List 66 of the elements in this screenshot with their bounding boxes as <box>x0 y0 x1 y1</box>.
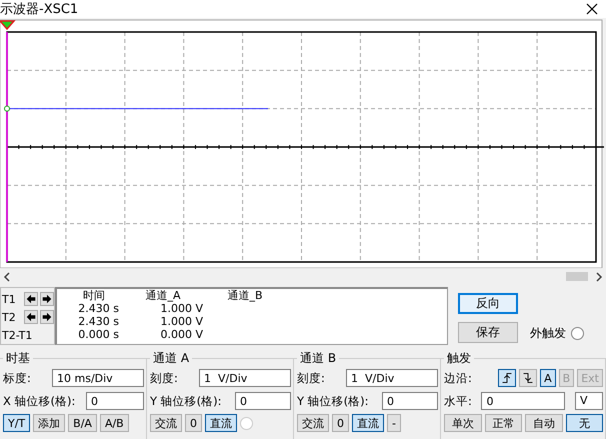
close-icon[interactable] <box>586 3 598 15</box>
radio-button[interactable] <box>571 327 584 340</box>
table-cell-text: 1.000 V <box>159 302 204 315</box>
column-header: 通道_A <box>144 289 182 302</box>
side-button[interactable]: 保存 <box>458 322 518 343</box>
right-arrow-icon[interactable] <box>40 310 54 324</box>
coupling-button[interactable]: 0 <box>185 414 202 432</box>
input-field[interactable]: 0 <box>382 392 438 410</box>
field-label: X 轴位移(格): <box>3 394 76 408</box>
radio-button[interactable] <box>240 416 253 430</box>
field-label: Y 轴位移(格): <box>297 394 369 408</box>
unit-field[interactable]: V <box>575 392 603 410</box>
field-label: Y 轴位移(格): <box>150 394 222 408</box>
field-label: 边沿: <box>444 370 472 386</box>
group-title: 通道 A <box>152 350 190 367</box>
trigger-mode-button[interactable]: 无 <box>566 414 603 432</box>
group-title: 时基 <box>5 350 31 367</box>
source-button[interactable]: A <box>540 369 556 387</box>
cursor-label: T2 <box>2 310 16 324</box>
extra-button[interactable]: - <box>387 414 401 432</box>
scrollbar-thumb[interactable] <box>566 272 588 281</box>
channel-marker-icon[interactable] <box>4 106 10 112</box>
window-title: 示波器-XSC1 <box>0 1 78 18</box>
falling-edge-icon[interactable] <box>519 369 538 387</box>
group-title: 通道 B <box>299 350 338 367</box>
coupling-button[interactable]: 交流 <box>150 414 182 432</box>
group-title: 触发 <box>446 350 472 367</box>
mode-button[interactable]: Y/T <box>3 414 30 432</box>
input-field[interactable]: 10 ms/Div <box>52 369 144 387</box>
table-cell-text: 0.000 V <box>159 328 204 341</box>
table-cell-text: 1.000 V <box>159 315 204 328</box>
coupling-button[interactable]: 直流 <box>205 414 237 432</box>
mode-button[interactable]: 添加 <box>33 414 66 432</box>
trigger-mode-button[interactable]: 单次 <box>444 414 482 432</box>
input-field[interactable]: 0 <box>235 392 291 410</box>
table-cell-text: 2.430 s <box>77 302 120 315</box>
coupling-button[interactable]: 交流 <box>297 414 329 432</box>
field-label: 刻度: <box>150 370 178 386</box>
right-arrow-icon[interactable] <box>40 292 54 306</box>
table-cell-text: 0.000 s <box>77 328 120 341</box>
side-button[interactable]: 反向 <box>458 293 518 314</box>
field-label: 标度: <box>3 370 31 386</box>
left-arrow-icon[interactable] <box>24 310 38 324</box>
scroll-left-icon[interactable] <box>3 272 11 282</box>
input-field[interactable]: 1 V/Div <box>346 369 438 387</box>
trigger-mode-button[interactable]: 自动 <box>525 414 562 432</box>
table-cell-text: 2.430 s <box>77 315 120 328</box>
rising-edge-icon[interactable] <box>498 369 516 387</box>
input-field[interactable]: 0 <box>86 392 144 410</box>
input-field[interactable]: 1 V/Div <box>199 369 291 387</box>
cursor-handle-icon[interactable] <box>0 20 16 30</box>
trigger-mode-button[interactable]: 正常 <box>484 414 522 432</box>
field-label: 刻度: <box>297 370 325 386</box>
coupling-button[interactable]: 直流 <box>352 414 384 432</box>
input-field[interactable]: 0 <box>481 392 566 410</box>
mode-button[interactable]: B/A <box>68 414 97 432</box>
external-trigger-label: 外触发 <box>530 325 566 342</box>
coupling-button[interactable]: 0 <box>332 414 349 432</box>
mode-button[interactable]: A/B <box>100 414 129 432</box>
cursor-label: T1 <box>2 292 16 306</box>
column-header: 时间 <box>82 289 106 302</box>
left-arrow-icon[interactable] <box>24 292 38 306</box>
field-label: 水平: <box>444 394 472 408</box>
column-header: 通道_B <box>226 289 264 302</box>
cursor-label: T2-T1 <box>2 328 32 342</box>
scroll-right-icon[interactable] <box>595 272 603 282</box>
